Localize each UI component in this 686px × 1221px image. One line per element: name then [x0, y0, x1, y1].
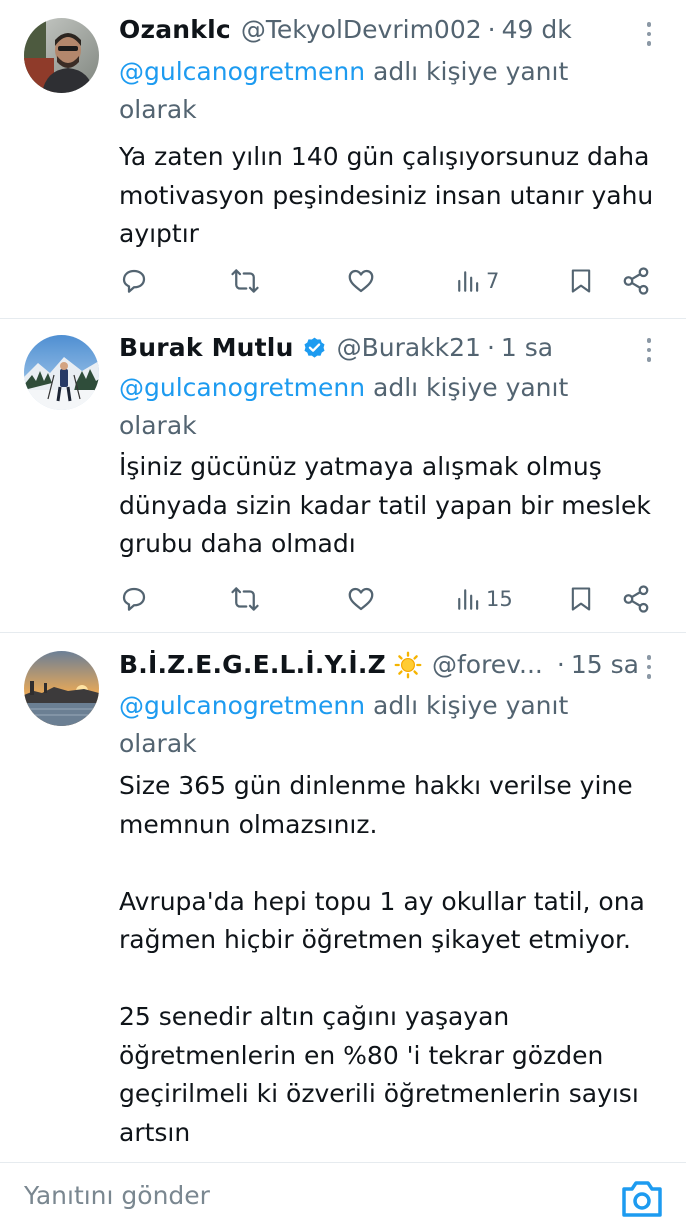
heart-icon [348, 269, 374, 293]
views-icon [458, 589, 479, 610]
action-bar: 7 [119, 264, 659, 298]
retweet-button[interactable] [229, 264, 261, 298]
tweet[interactable]: B.İ.Z.E.G.E.L.İ.Y.İ.Z @forev... · 15 sa … [0, 633, 686, 1163]
author-handle[interactable]: @TekyolDevrim002 [241, 13, 482, 47]
reply-context: @gulcanogretmenn adlı kişiye yanıt olara… [119, 53, 639, 129]
sun-icon [394, 651, 422, 679]
avatar[interactable] [24, 651, 99, 726]
reply-button[interactable] [119, 264, 149, 298]
bookmark-button[interactable] [567, 582, 595, 616]
avatar[interactable] [24, 18, 99, 93]
retweet-button[interactable] [229, 582, 261, 616]
more-options-button[interactable] [642, 333, 656, 367]
more-options-button[interactable] [642, 650, 656, 684]
views-icon [458, 271, 479, 292]
author-handle[interactable]: @Burakk21 [337, 331, 481, 365]
share-button[interactable] [621, 582, 651, 616]
reply-context: @gulcanogretmenn adlı kişiye yanıt olara… [119, 687, 639, 763]
author-name[interactable]: B.İ.Z.E.G.E.L.İ.Y.İ.Z [119, 648, 386, 682]
more-icon [646, 338, 652, 343]
author-handle[interactable]: @forev... [432, 648, 543, 682]
reply-composer-bar: Yanıtını gönder [0, 1162, 686, 1217]
retweet-icon [231, 269, 259, 293]
tweet-header: B.İ.Z.E.G.E.L.İ.Y.İ.Z @forev... · 15 sa [119, 648, 639, 682]
verified-badge-icon [302, 336, 327, 361]
reply-context: @gulcanogretmenn adlı kişiye yanıt olara… [119, 369, 639, 445]
heart-icon [348, 587, 374, 611]
author-name[interactable]: Ozanklc [119, 13, 231, 47]
avatar[interactable] [24, 335, 99, 410]
views-count: 7 [486, 269, 500, 293]
tweet-text: Size 365 gün dinlenme hakkı verilse yine… [119, 771, 645, 1147]
reply-mention-link[interactable]: @gulcanogretmenn [119, 691, 365, 720]
retweet-icon [231, 587, 259, 611]
reply-button[interactable] [119, 582, 149, 616]
bookmark-icon [571, 269, 591, 293]
reply-input[interactable]: Yanıtını gönder [24, 1181, 210, 1210]
reply-icon [122, 269, 146, 293]
tweet-header: Ozanklc @TekyolDevrim002 · 49 dk [119, 13, 626, 47]
bookmark-icon [571, 587, 591, 611]
reply-mention-link[interactable]: @gulcanogretmenn [119, 57, 365, 86]
tweet-text: İşiniz gücünüz yatmaya alışmak olmuş dün… [119, 452, 659, 558]
tweet[interactable]: Ozanklc @TekyolDevrim002 · 49 dk @gulcan… [0, 0, 686, 318]
author-name[interactable]: Burak Mutlu [119, 331, 294, 365]
views-button[interactable]: 7 [456, 264, 499, 298]
separator-dot: · [487, 15, 496, 44]
tweet[interactable]: Burak Mutlu @Burakk21 · 1 sa @gulcanogre… [0, 319, 686, 631]
timestamp[interactable]: 15 sa [571, 648, 639, 682]
reply-mention-link[interactable]: @gulcanogretmenn [119, 373, 365, 402]
like-button[interactable] [346, 264, 376, 298]
separator-dot: · [486, 333, 495, 362]
more-options-button[interactable] [642, 17, 656, 51]
camera-icon [622, 1181, 662, 1217]
timestamp[interactable]: 1 sa [501, 331, 553, 365]
tweet-text: Ya zaten yılın 140 gün çalışıyorsunuz da… [119, 142, 662, 248]
action-bar: 15 [119, 582, 659, 616]
more-icon [646, 22, 652, 27]
more-icon [646, 655, 652, 660]
bookmark-button[interactable] [567, 264, 595, 298]
separator-dot: · [556, 650, 565, 679]
views-button[interactable]: 15 [456, 582, 513, 616]
like-button[interactable] [346, 582, 376, 616]
tweet-header: Burak Mutlu @Burakk21 · 1 sa [119, 331, 626, 365]
share-button[interactable] [621, 264, 651, 298]
share-icon [623, 267, 649, 295]
reply-icon [122, 587, 146, 611]
timestamp[interactable]: 49 dk [502, 13, 572, 47]
camera-button[interactable] [618, 1177, 666, 1217]
share-icon [623, 585, 649, 613]
views-count: 15 [486, 587, 513, 611]
